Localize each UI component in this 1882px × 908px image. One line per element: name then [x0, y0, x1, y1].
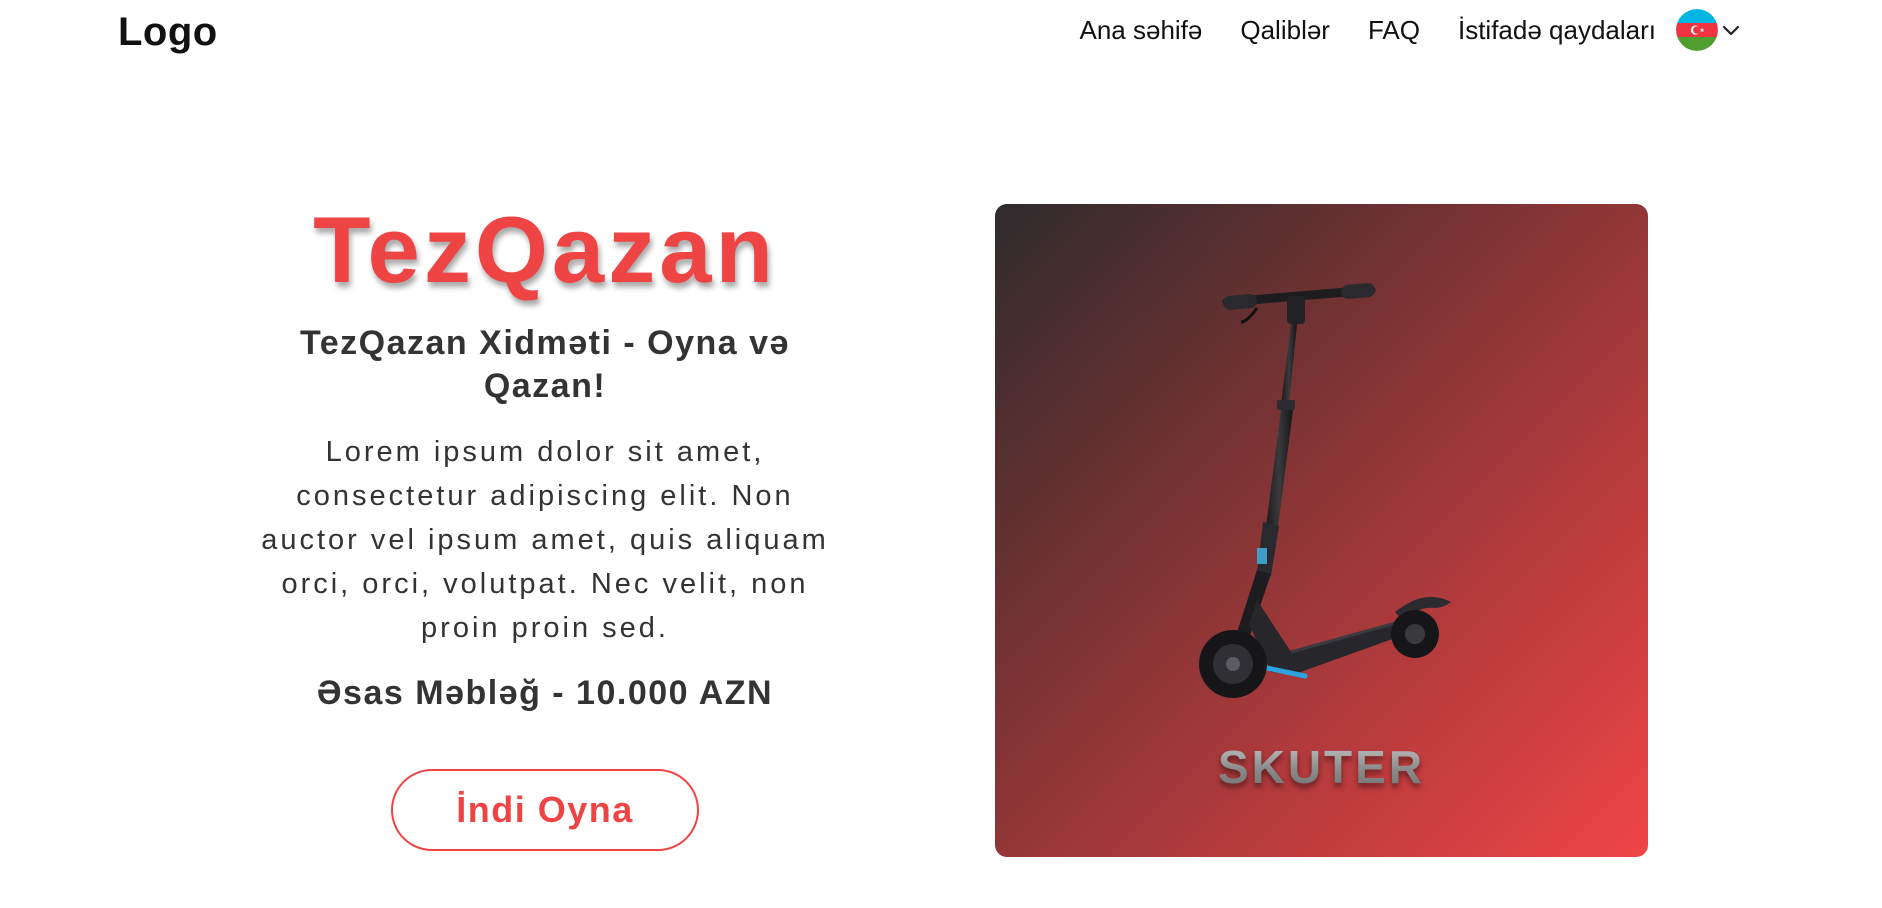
- language-selector[interactable]: [1676, 9, 1740, 51]
- nav-item-home[interactable]: Ana səhifə: [1080, 15, 1203, 46]
- prize-card[interactable]: SKUTER: [995, 204, 1648, 857]
- hero-subtitle: TezQazan Xidməti - Oyna və Qazan!: [300, 324, 790, 405]
- hero-content: TezQazan TezQazan Xidməti - Oyna və Qaza…: [225, 200, 865, 851]
- hero-description: Lorem ipsum dolor sit amet, consectetur …: [261, 436, 829, 644]
- azerbaijan-flag-icon: [1676, 9, 1718, 51]
- logo[interactable]: Logo: [118, 10, 218, 55]
- prize-amount: Əsas Məbləğ - 10.000 AZN: [316, 674, 774, 712]
- chevron-down-icon: [1722, 25, 1740, 36]
- brand-title: TezQazan: [313, 197, 777, 302]
- nav-item-rules[interactable]: İstifadə qaydaları: [1458, 15, 1656, 46]
- nav-item-faq[interactable]: FAQ: [1368, 15, 1420, 46]
- play-now-button[interactable]: İndi Oyna: [391, 769, 699, 851]
- nav-item-winners[interactable]: Qaliblər: [1240, 15, 1330, 46]
- page: Logo Ana səhifə Qaliblər FAQ İstifadə qa…: [0, 0, 1882, 908]
- main-nav: Ana səhifə Qaliblər FAQ İstifadə qaydala…: [1042, 9, 1741, 51]
- prize-label: SKUTER: [995, 740, 1648, 794]
